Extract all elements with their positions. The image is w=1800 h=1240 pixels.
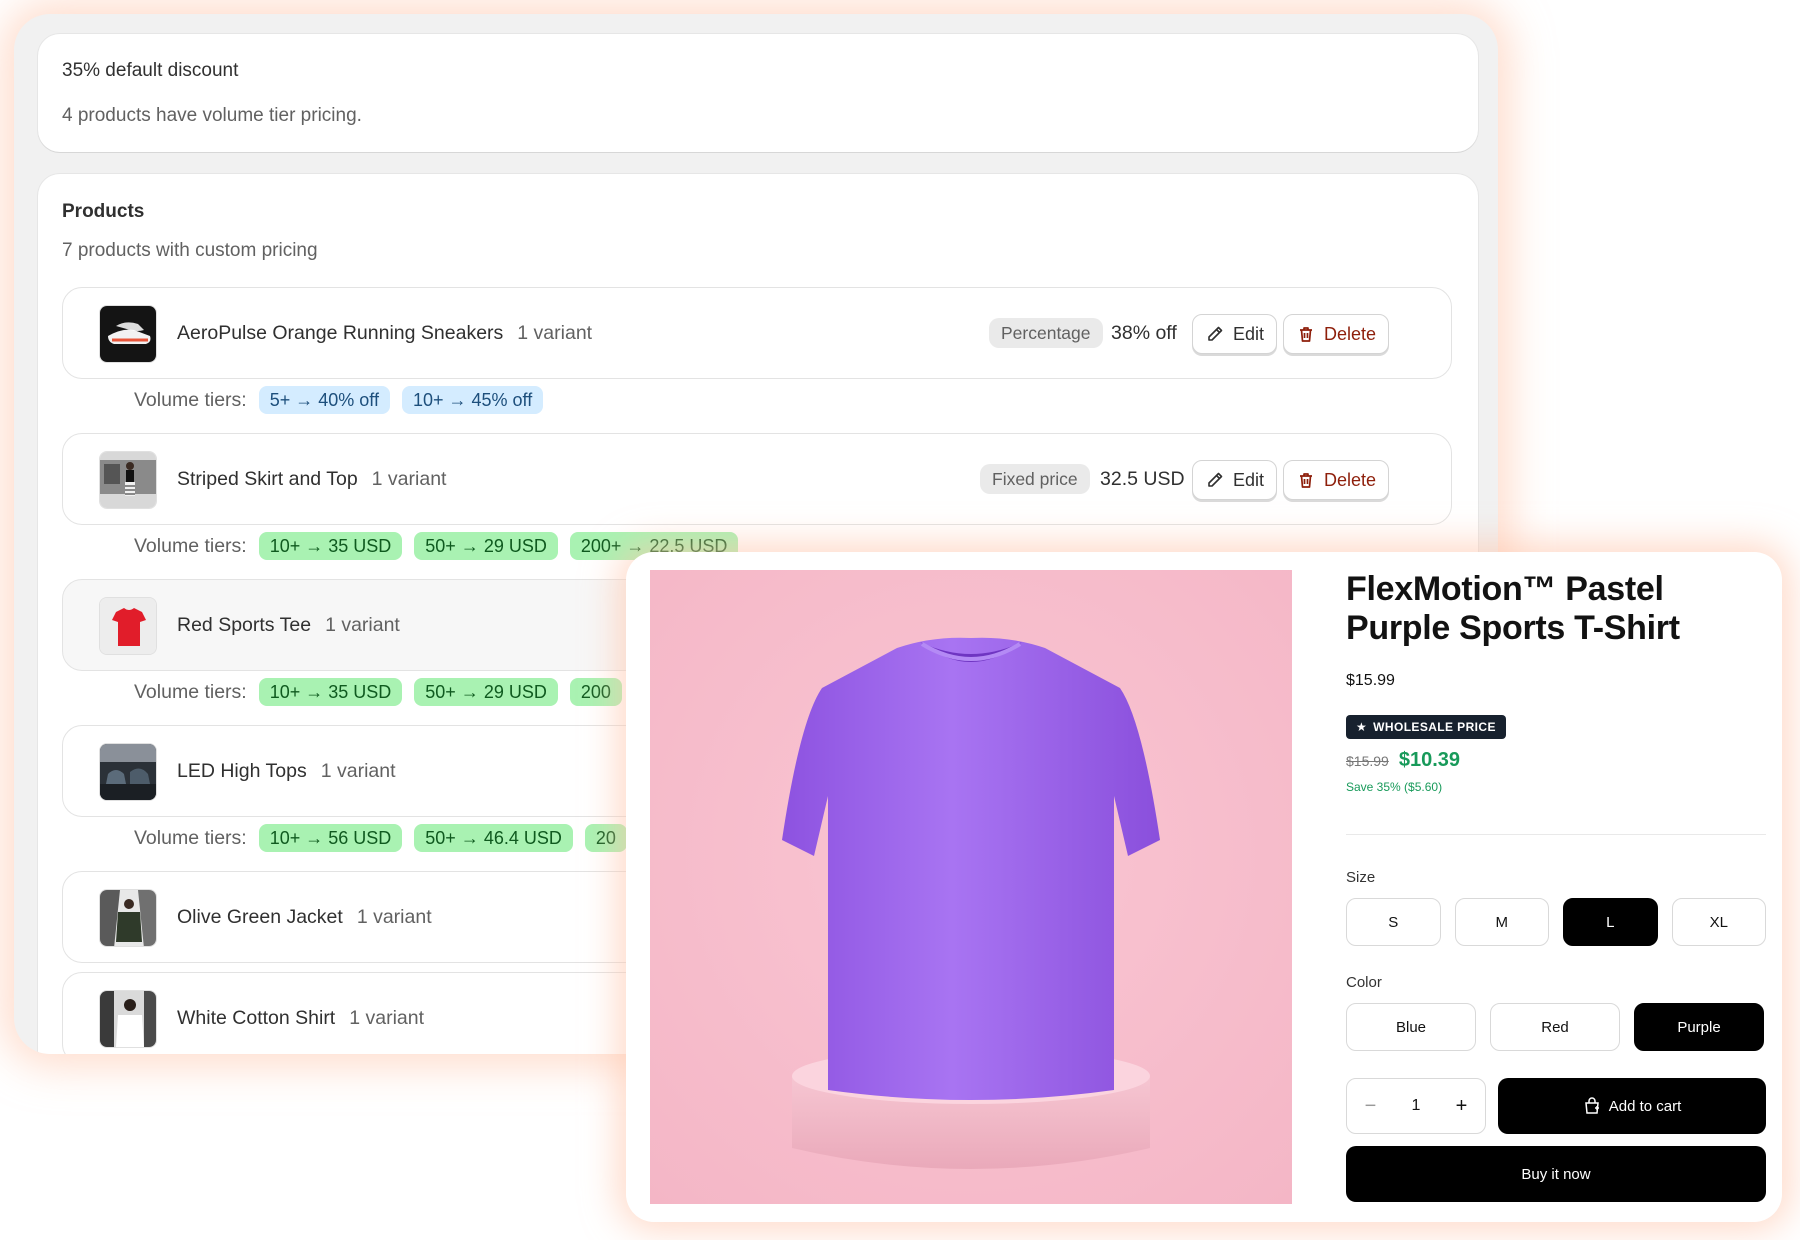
variant-count: 1 variant [517, 322, 593, 344]
trash-icon [1300, 327, 1312, 342]
product-name-text: Olive Green Jacket [177, 906, 343, 928]
tiers-label: Volume tiers: [134, 388, 247, 411]
edit-label: Edit [1233, 469, 1265, 490]
tier-chip: 5+ → 40% off [258, 386, 390, 414]
product-row[interactable]: AeroPulse Orange Running Sneakers 1 varia… [62, 287, 1452, 379]
product-name-text: Striped Skirt and Top [177, 468, 358, 490]
quantity-value[interactable]: 1 [1412, 1097, 1421, 1115]
product-title: FlexMotion™ Pastel Purple Sports T-Shirt [1346, 570, 1680, 647]
delete-label: Delete [1324, 469, 1377, 490]
product-thumbnail [99, 889, 157, 947]
product-thumbnail [99, 597, 157, 655]
tier-chip: 50+ → 29 USD [414, 532, 558, 560]
tier-chip: 50+ → 29 USD [414, 678, 558, 706]
color-option-red[interactable]: Red [1490, 1003, 1620, 1051]
edit-button[interactable]: Edit [1192, 314, 1278, 354]
tier-chip: 50+ → 46.4 USD [414, 824, 573, 852]
tier-chip: 10+ → 45% off [401, 386, 544, 414]
wholesale-price-row: $15.99 $10.39 [1346, 749, 1766, 772]
volume-tiers-row: Volume tiers: 5+ → 40% off 10+ → 45% off [134, 386, 544, 414]
product-name-text: LED High Tops [177, 760, 307, 782]
tier-chip: 20 [584, 824, 627, 852]
savings-text: Save 35% ($5.60) [1346, 780, 1443, 794]
size-option-l[interactable]: L [1563, 898, 1658, 946]
product-name-text: White Cotton Shirt [177, 1007, 336, 1029]
tier-chip: 200 [569, 678, 622, 706]
star-icon: ★ [1356, 720, 1368, 734]
product-thumbnail [99, 451, 157, 509]
delete-label: Delete [1324, 323, 1377, 344]
add-to-cart-button[interactable]: Add to cart [1498, 1078, 1766, 1134]
color-options: Blue Red Purple [1346, 1003, 1766, 1051]
add-to-cart-label: Add to cart [1608, 1097, 1682, 1115]
trash-icon [1300, 473, 1312, 488]
volume-tiers-row: Volume tiers: 10+ → 56 USD 50+ → 46.4 US… [134, 824, 627, 852]
size-options: S M L XL [1346, 898, 1766, 946]
delete-button[interactable]: Delete [1283, 460, 1390, 500]
product-name[interactable]: White Cotton Shirt 1 variant [177, 1007, 424, 1030]
pricing-type-badge: Percentage [989, 318, 1103, 348]
edit-button[interactable]: Edit [1192, 460, 1278, 500]
product-info: FlexMotion™ Pastel Purple Sports T-Shirt… [1346, 570, 1766, 1202]
discount-subtitle: 4 products have volume tier pricing. [62, 105, 362, 126]
variant-count: 1 variant [371, 468, 447, 490]
product-row[interactable]: Striped Skirt and Top 1 variant Fixed pri… [62, 433, 1452, 525]
quantity-stepper: − 1 + [1346, 1078, 1486, 1134]
pricing-type-badge: Fixed price [980, 464, 1090, 494]
decrease-quantity-button[interactable]: − [1365, 1095, 1377, 1118]
wholesale-price: $10.39 [1398, 749, 1460, 771]
pencil-icon [1208, 472, 1223, 487]
variant-count: 1 variant [349, 1007, 425, 1029]
tier-chip: 10+ → 56 USD [258, 824, 403, 852]
discount-value: 32.5 USD [1100, 468, 1185, 490]
product-name[interactable]: LED High Tops 1 variant [177, 760, 396, 783]
tiers-label: Volume tiers: [134, 680, 247, 703]
product-thumbnail [99, 743, 157, 801]
tiers-label: Volume tiers: [134, 534, 247, 557]
products-title: Products [62, 201, 145, 222]
size-option-xl[interactable]: XL [1671, 898, 1766, 946]
product-name[interactable]: AeroPulse Orange Running Sneakers 1 varia… [177, 322, 592, 345]
cart-icon [1584, 1097, 1599, 1114]
buy-now-label: Buy it now [1521, 1165, 1591, 1183]
discount-title: 35% default discount [62, 60, 239, 81]
size-label: Size [1346, 869, 1376, 886]
product-name[interactable]: Striped Skirt and Top 1 variant [177, 468, 446, 491]
product-name-text: AeroPulse Orange Running Sneakers [177, 322, 504, 344]
original-price: $15.99 [1346, 753, 1389, 769]
product-name[interactable]: Olive Green Jacket 1 variant [177, 906, 432, 929]
color-option-purple[interactable]: Purple [1634, 1003, 1764, 1051]
wholesale-badge: ★ WHOLESALE PRICE [1346, 715, 1506, 739]
wholesale-badge-label: WHOLESALE PRICE [1373, 720, 1496, 734]
product-name-text: Red Sports Tee [177, 614, 312, 636]
tiers-label: Volume tiers: [134, 826, 247, 849]
increase-quantity-button[interactable]: + [1456, 1095, 1468, 1118]
variant-count: 1 variant [356, 906, 432, 928]
product-thumbnail [99, 305, 157, 363]
products-subtitle: 7 products with custom pricing [62, 240, 318, 261]
edit-label: Edit [1233, 323, 1265, 344]
cart-row: − 1 + Add to cart [1346, 1078, 1766, 1134]
product-price: $15.99 [1346, 672, 1395, 689]
discount-value: 38% off [1111, 322, 1177, 344]
color-option-blue[interactable]: Blue [1346, 1003, 1476, 1051]
tier-chip: 10+ → 35 USD [258, 678, 403, 706]
size-option-s[interactable]: S [1346, 898, 1441, 946]
variant-count: 1 variant [320, 760, 396, 782]
pencil-icon [1208, 326, 1223, 341]
default-discount-card: 35% default discount 4 products have vol… [38, 34, 1478, 152]
divider [1346, 834, 1766, 835]
product-thumbnail [99, 990, 157, 1048]
product-name[interactable]: Red Sports Tee 1 variant [177, 614, 400, 637]
variant-count: 1 variant [325, 614, 400, 636]
size-option-m[interactable]: M [1454, 898, 1549, 946]
tier-chip: 10+ → 35 USD [258, 532, 403, 560]
product-image [650, 570, 1292, 1204]
color-label: Color [1346, 974, 1382, 991]
delete-button[interactable]: Delete [1283, 314, 1390, 354]
product-page-preview: FlexMotion™ Pastel Purple Sports T-Shirt… [626, 552, 1782, 1222]
volume-tiers-row: Volume tiers: 10+ → 35 USD 50+ → 29 USD … [134, 678, 622, 706]
buy-now-button[interactable]: Buy it now [1346, 1146, 1766, 1202]
